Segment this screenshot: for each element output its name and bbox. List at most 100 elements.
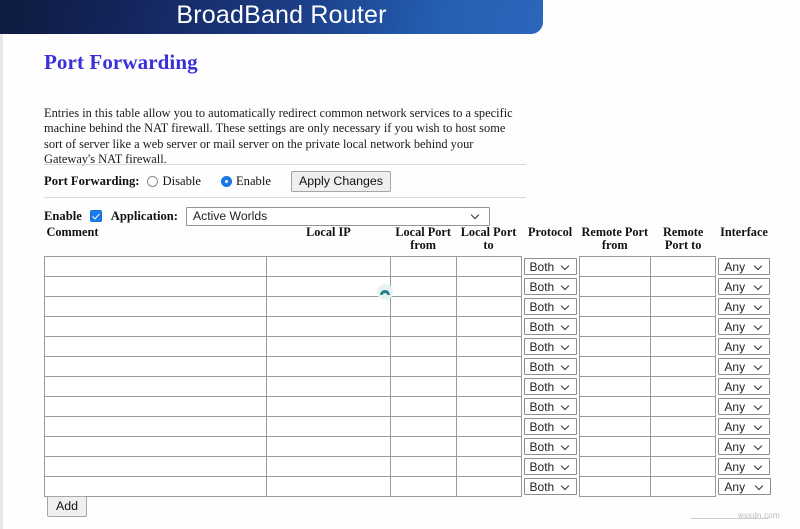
cell-local-port-from[interactable] xyxy=(389,436,457,457)
protocol-select[interactable]: Both xyxy=(523,438,577,455)
cell-remote-port-to[interactable] xyxy=(649,396,717,417)
protocol-select[interactable]: Both xyxy=(523,418,577,435)
cell-remote-port-from[interactable] xyxy=(578,476,651,497)
interface-select[interactable]: Any xyxy=(718,478,771,495)
interface-select[interactable]: Any xyxy=(718,338,770,355)
cell-comment[interactable] xyxy=(43,396,268,417)
cell-comment[interactable] xyxy=(43,436,268,457)
cell-remote-port-from[interactable] xyxy=(578,396,651,417)
protocol-select[interactable]: Both xyxy=(523,478,577,495)
cell-comment[interactable] xyxy=(43,256,268,277)
cell-local-port-from[interactable] xyxy=(389,296,457,317)
cell-remote-port-to[interactable] xyxy=(649,336,717,357)
cell-local-port-to[interactable] xyxy=(455,436,522,457)
cell-remote-port-to[interactable] xyxy=(649,476,717,497)
cell-local-port-to[interactable] xyxy=(455,276,522,297)
cell-remote-port-from[interactable] xyxy=(578,376,651,397)
radio-disable-dot[interactable] xyxy=(147,175,159,187)
cell-local-ip[interactable] xyxy=(266,356,391,377)
cell-remote-port-from[interactable] xyxy=(578,316,651,337)
cell-local-ip[interactable] xyxy=(266,416,391,437)
interface-select[interactable]: Any xyxy=(718,358,770,375)
cell-local-port-from[interactable] xyxy=(389,336,457,357)
cell-local-ip[interactable] xyxy=(266,476,391,497)
cell-local-ip[interactable] xyxy=(266,436,391,457)
cell-remote-port-from[interactable] xyxy=(578,416,651,437)
cell-local-port-from[interactable] xyxy=(389,476,457,497)
cell-local-ip[interactable] xyxy=(266,296,391,317)
protocol-select[interactable]: Both xyxy=(523,358,577,375)
protocol-select[interactable]: Both xyxy=(523,378,577,395)
cell-local-ip[interactable] xyxy=(266,316,391,337)
cell-local-port-to[interactable] xyxy=(455,416,522,437)
cell-remote-port-to[interactable] xyxy=(649,436,717,457)
cell-comment[interactable] xyxy=(43,356,268,377)
cell-local-port-from[interactable] xyxy=(389,356,457,377)
cell-local-port-to[interactable] xyxy=(455,456,522,477)
interface-select[interactable]: Any xyxy=(718,258,770,275)
protocol-select[interactable]: Both xyxy=(523,258,577,275)
cell-remote-port-from[interactable] xyxy=(578,296,651,317)
cell-local-port-to[interactable] xyxy=(455,376,522,397)
interface-select[interactable]: Any xyxy=(718,278,770,295)
cell-local-ip[interactable] xyxy=(266,376,391,397)
cell-local-port-to[interactable] xyxy=(455,476,522,497)
cell-local-port-to[interactable] xyxy=(455,256,522,277)
cell-remote-port-from[interactable] xyxy=(578,356,651,377)
cell-local-ip[interactable] xyxy=(266,336,391,357)
cell-remote-port-to[interactable] xyxy=(649,296,717,317)
cell-comment[interactable] xyxy=(43,276,268,297)
cell-local-ip[interactable] xyxy=(266,456,391,477)
interface-select[interactable]: Any xyxy=(718,298,770,315)
cell-comment[interactable] xyxy=(43,456,268,477)
cell-local-ip[interactable] xyxy=(266,276,391,297)
cell-local-port-from[interactable] xyxy=(389,376,457,397)
cell-remote-port-from[interactable] xyxy=(578,276,651,297)
protocol-select[interactable]: Both xyxy=(523,338,577,355)
apply-changes-button[interactable]: Apply Changes xyxy=(290,170,391,192)
interface-select[interactable]: Any xyxy=(718,378,770,395)
cell-remote-port-from[interactable] xyxy=(578,336,651,357)
cell-local-port-from[interactable] xyxy=(389,256,457,277)
protocol-select[interactable]: Both xyxy=(523,458,577,475)
cell-local-port-from[interactable] xyxy=(389,456,457,477)
cell-local-port-to[interactable] xyxy=(455,356,522,377)
cell-local-port-from[interactable] xyxy=(389,276,457,297)
radio-enable[interactable]: Enable xyxy=(220,174,285,189)
interface-select[interactable]: Any xyxy=(718,418,770,435)
cell-comment[interactable] xyxy=(43,296,268,317)
protocol-select[interactable]: Both xyxy=(523,278,577,295)
protocol-select[interactable]: Both xyxy=(523,398,577,415)
cell-remote-port-to[interactable] xyxy=(649,356,717,377)
cell-remote-port-to[interactable] xyxy=(649,276,717,297)
cell-remote-port-from[interactable] xyxy=(578,256,651,277)
cell-comment[interactable] xyxy=(43,476,268,497)
interface-select[interactable]: Any xyxy=(718,398,770,415)
cell-remote-port-to[interactable] xyxy=(649,376,717,397)
cell-local-port-to[interactable] xyxy=(455,296,522,317)
protocol-select[interactable]: Both xyxy=(523,298,577,315)
cell-local-port-to[interactable] xyxy=(455,396,522,417)
enable-checkbox[interactable] xyxy=(89,210,102,222)
cell-comment[interactable] xyxy=(43,336,268,357)
radio-disable[interactable]: Disable xyxy=(147,174,214,189)
cell-remote-port-to[interactable] xyxy=(649,416,717,437)
protocol-select[interactable]: Both xyxy=(523,318,577,335)
cell-remote-port-to[interactable] xyxy=(649,256,717,277)
cell-local-port-to[interactable] xyxy=(455,336,522,357)
radio-enable-dot[interactable] xyxy=(220,175,232,187)
cell-local-port-from[interactable] xyxy=(389,396,457,417)
interface-select[interactable]: Any xyxy=(718,318,770,335)
cell-local-ip[interactable] xyxy=(266,256,391,277)
cell-local-port-to[interactable] xyxy=(455,316,522,337)
cell-comment[interactable] xyxy=(43,376,268,397)
cell-comment[interactable] xyxy=(43,316,268,337)
application-select[interactable]: Active Worlds xyxy=(185,206,490,226)
cell-remote-port-to[interactable] xyxy=(649,456,717,477)
cell-local-ip[interactable] xyxy=(266,396,391,417)
cell-local-port-from[interactable] xyxy=(389,416,457,437)
interface-select[interactable]: Any xyxy=(718,458,770,475)
add-button[interactable]: Add xyxy=(47,496,88,517)
cell-comment[interactable] xyxy=(43,416,268,437)
cell-local-port-from[interactable] xyxy=(389,316,457,337)
